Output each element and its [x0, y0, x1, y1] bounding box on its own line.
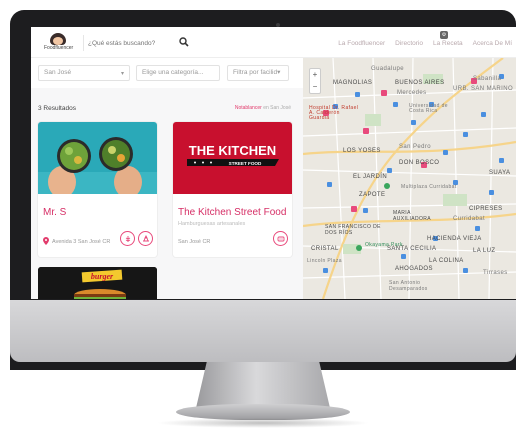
map-label: Mercedes	[397, 90, 427, 96]
menu-icon	[273, 231, 288, 246]
no-gluten-icon	[120, 231, 135, 246]
map-label: Sabanilla	[473, 76, 502, 82]
facility-filter[interactable]: Filtra por facilid▾	[227, 65, 289, 81]
results-panel: 3 Resultados Notablancer en San José Mr.…	[31, 88, 303, 299]
monitor-stand	[196, 362, 330, 408]
map-label: SAN FRANCISCO DE DOS RÍOS	[325, 224, 381, 236]
monitor-shadow	[156, 418, 370, 428]
map-label: CIPRESES	[469, 206, 503, 212]
map-label: Multiplaza Curridabat	[401, 184, 457, 190]
sort-suffix: en San José	[263, 105, 291, 111]
nav-directorio[interactable]: Directorio	[395, 40, 423, 47]
nav-acerca[interactable]: Acerca De Mí	[473, 40, 512, 47]
nav-foodfluencer[interactable]: La Foodfluencer	[338, 40, 385, 47]
map-label: MARIA AUXILIADORA	[393, 210, 432, 222]
header: Foodfluencer ⚙ La Foodfluencer Directori…	[31, 27, 516, 58]
map-label: BUENOS AIRES	[395, 80, 445, 86]
zoom-control[interactable]: + −	[309, 68, 321, 94]
zoom-in-button[interactable]: +	[310, 69, 320, 81]
map-label: HACIENDA VIEJA	[427, 236, 482, 242]
burger-title: burger	[91, 272, 114, 281]
map-label: LA LUZ	[473, 248, 496, 254]
card-category: Hamburguesas artesanales	[178, 221, 246, 227]
facility-placeholder: Filtra por facilid▾	[233, 69, 281, 76]
sort-control[interactable]: Notablancer en San José	[235, 105, 291, 111]
location-select[interactable]: San José ▾	[38, 65, 130, 81]
kitchen-title: THE KITCHEN	[189, 143, 276, 158]
card-location: San José CR	[178, 239, 211, 245]
logo[interactable]: Foodfluencer	[44, 33, 73, 53]
map-label: URB. SAN MARINO	[453, 86, 514, 92]
map[interactable]: + − MAGNOLIAS Guadalupe BUENOS AIRES Mer…	[303, 58, 516, 299]
map-label: Okayama Park	[365, 242, 403, 248]
map-label: Lincoln Plaza	[307, 258, 342, 264]
map-label: San Antonio Desamparados	[389, 280, 428, 292]
map-label: San Pedro	[399, 144, 431, 150]
map-label: MAGNOLIAS	[333, 80, 373, 86]
card-image	[38, 122, 157, 194]
map-label: LA COLINA	[429, 258, 464, 264]
screen: Foodfluencer ⚙ La Foodfluencer Directori…	[31, 27, 516, 299]
card-name[interactable]: Mr. S	[43, 207, 66, 218]
zoom-out-button[interactable]: −	[310, 81, 320, 93]
results-count: 3 Resultados	[38, 105, 76, 112]
map-label: Curridabat	[453, 216, 486, 222]
map-label: ZAPOTE	[359, 192, 386, 198]
restaurant-card[interactable]: THE KITCHEN STREET FOOD The Kitchen Stre…	[173, 122, 292, 257]
card-image: THE KITCHEN STREET FOOD	[173, 122, 292, 194]
monitor-chin	[10, 300, 516, 362]
takeaway-icon	[138, 231, 153, 246]
map-label: Guadalupe	[371, 66, 404, 72]
main-nav: La Foodfluencer Directorio La Receta Ace…	[338, 37, 512, 49]
map-label: SUAYA	[489, 170, 511, 176]
map-label: AHOGADOS	[395, 266, 433, 272]
map-label: Hospital Dr. Rafael A. Calderón Guardia	[309, 105, 359, 121]
card-name[interactable]: The Kitchen Street Food	[178, 207, 286, 218]
map-label: DON BOSCO	[399, 160, 440, 166]
sort-prefix: Notablancer	[234, 105, 262, 111]
card-location: Avenida 3 San José CR	[52, 239, 111, 245]
location-value: San José	[44, 69, 72, 76]
chevron-down-icon: ▾	[120, 71, 124, 77]
restaurant-card[interactable]: burger	[38, 267, 157, 299]
nav-receta[interactable]: La Receta	[433, 40, 463, 47]
map-label: Universidad de Costa Rica	[409, 103, 448, 114]
logo-face	[53, 37, 63, 45]
search-icon[interactable]	[179, 37, 189, 47]
restaurant-card[interactable]: Mr. S Avenida 3 San José CR	[38, 122, 157, 257]
header-divider	[83, 35, 84, 51]
category-placeholder: Elige una categoría...	[142, 69, 204, 76]
logo-text: Foodfluencer	[44, 45, 74, 51]
map-label: LOS YOSES	[343, 148, 381, 154]
category-select[interactable]: Elige una categoría...	[136, 65, 220, 81]
location-pin-icon	[43, 237, 49, 245]
map-label: EL JARDÍN	[353, 174, 388, 180]
map-label: Tirrases	[483, 270, 508, 276]
map-label: CRISTAL	[311, 246, 339, 252]
filters-bar: San José ▾ Elige una categoría... Filtra…	[31, 58, 303, 88]
search-input[interactable]	[88, 36, 172, 50]
kitchen-subtitle: STREET FOOD	[229, 161, 262, 166]
